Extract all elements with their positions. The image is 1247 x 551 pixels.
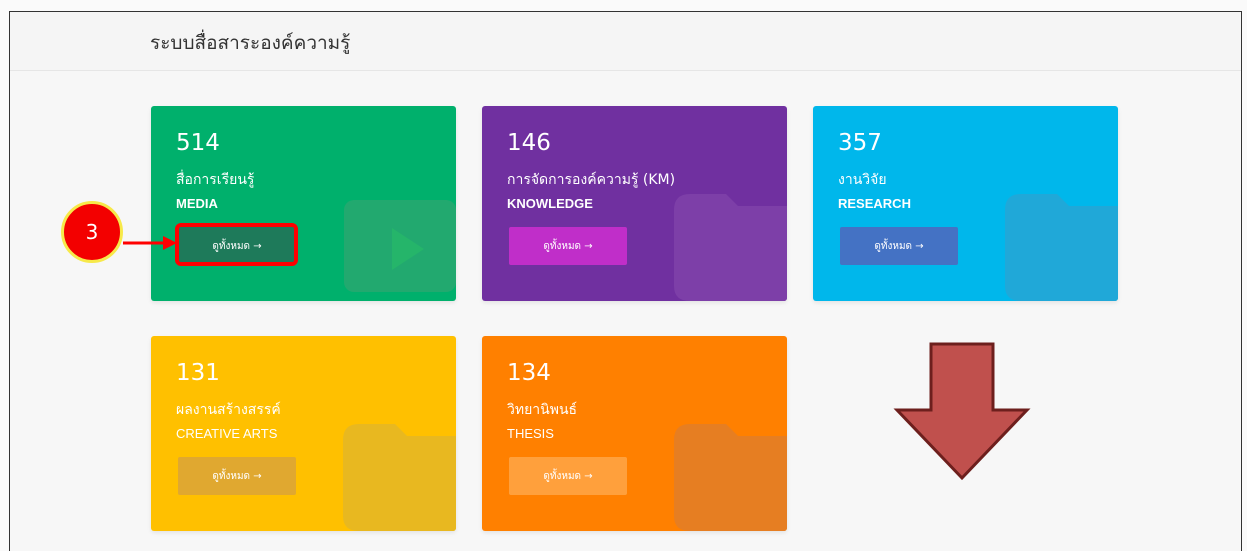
card-title-thai: วิทยานิพนธ์ xyxy=(507,402,578,418)
card-count: 514 xyxy=(176,130,220,156)
card-thesis: 134 วิทยานิพนธ์ THESIS ดูทั้งหมด → xyxy=(482,336,787,531)
view-all-button[interactable]: ดูทั้งหมด → xyxy=(840,227,958,265)
card-creative-arts: 131 ผลงานสร้างสรรค์ CREATIVE ARTS ดูทั้ง… xyxy=(151,336,456,531)
card-title-english: RESEARCH xyxy=(838,196,911,211)
card-count: 146 xyxy=(507,130,551,156)
card-knowledge: 146 การจัดการองค์ความรู้ (KM) KNOWLEDGE … xyxy=(482,106,787,301)
card-title-english: CREATIVE ARTS xyxy=(176,426,278,441)
folder-icon xyxy=(674,194,787,301)
highlight-box xyxy=(175,223,298,266)
folder-icon xyxy=(674,424,787,531)
folder-icon xyxy=(1005,194,1118,301)
card-title-english: THESIS xyxy=(507,426,554,441)
card-title-english: KNOWLEDGE xyxy=(507,196,593,211)
card-count: 134 xyxy=(507,360,551,386)
card-title-thai: สื่อการเรียนรู้ xyxy=(176,172,255,188)
card-count: 357 xyxy=(838,130,882,156)
pointer-arrow-icon xyxy=(123,236,177,250)
view-all-button[interactable]: ดูทั้งหมด → xyxy=(509,227,627,265)
card-title-thai: การจัดการองค์ความรู้ (KM) xyxy=(507,172,676,188)
header-bar: ระบบสื่อสาระองค์ความรู้ xyxy=(10,12,1241,71)
folder-icon xyxy=(343,424,456,531)
view-all-button[interactable]: ดูทั้งหมด → xyxy=(178,457,296,495)
step-number-badge: 3 xyxy=(61,201,123,263)
page-title: ระบบสื่อสาระองค์ความรู้ xyxy=(150,32,351,54)
card-title-thai: ผลงานสร้างสรรค์ xyxy=(176,402,281,418)
card-media: 514 สื่อการเรียนรู้ MEDIA ดูทั้งหมด → xyxy=(151,106,456,301)
card-title-english: MEDIA xyxy=(176,196,218,211)
down-arrow-icon xyxy=(893,342,1031,481)
card-research: 357 งานวิจัย RESEARCH ดูทั้งหมด → xyxy=(813,106,1118,301)
card-title-thai: งานวิจัย xyxy=(838,172,887,188)
view-all-button[interactable]: ดูทั้งหมด → xyxy=(509,457,627,495)
play-icon xyxy=(344,200,456,292)
card-count: 131 xyxy=(176,360,220,386)
